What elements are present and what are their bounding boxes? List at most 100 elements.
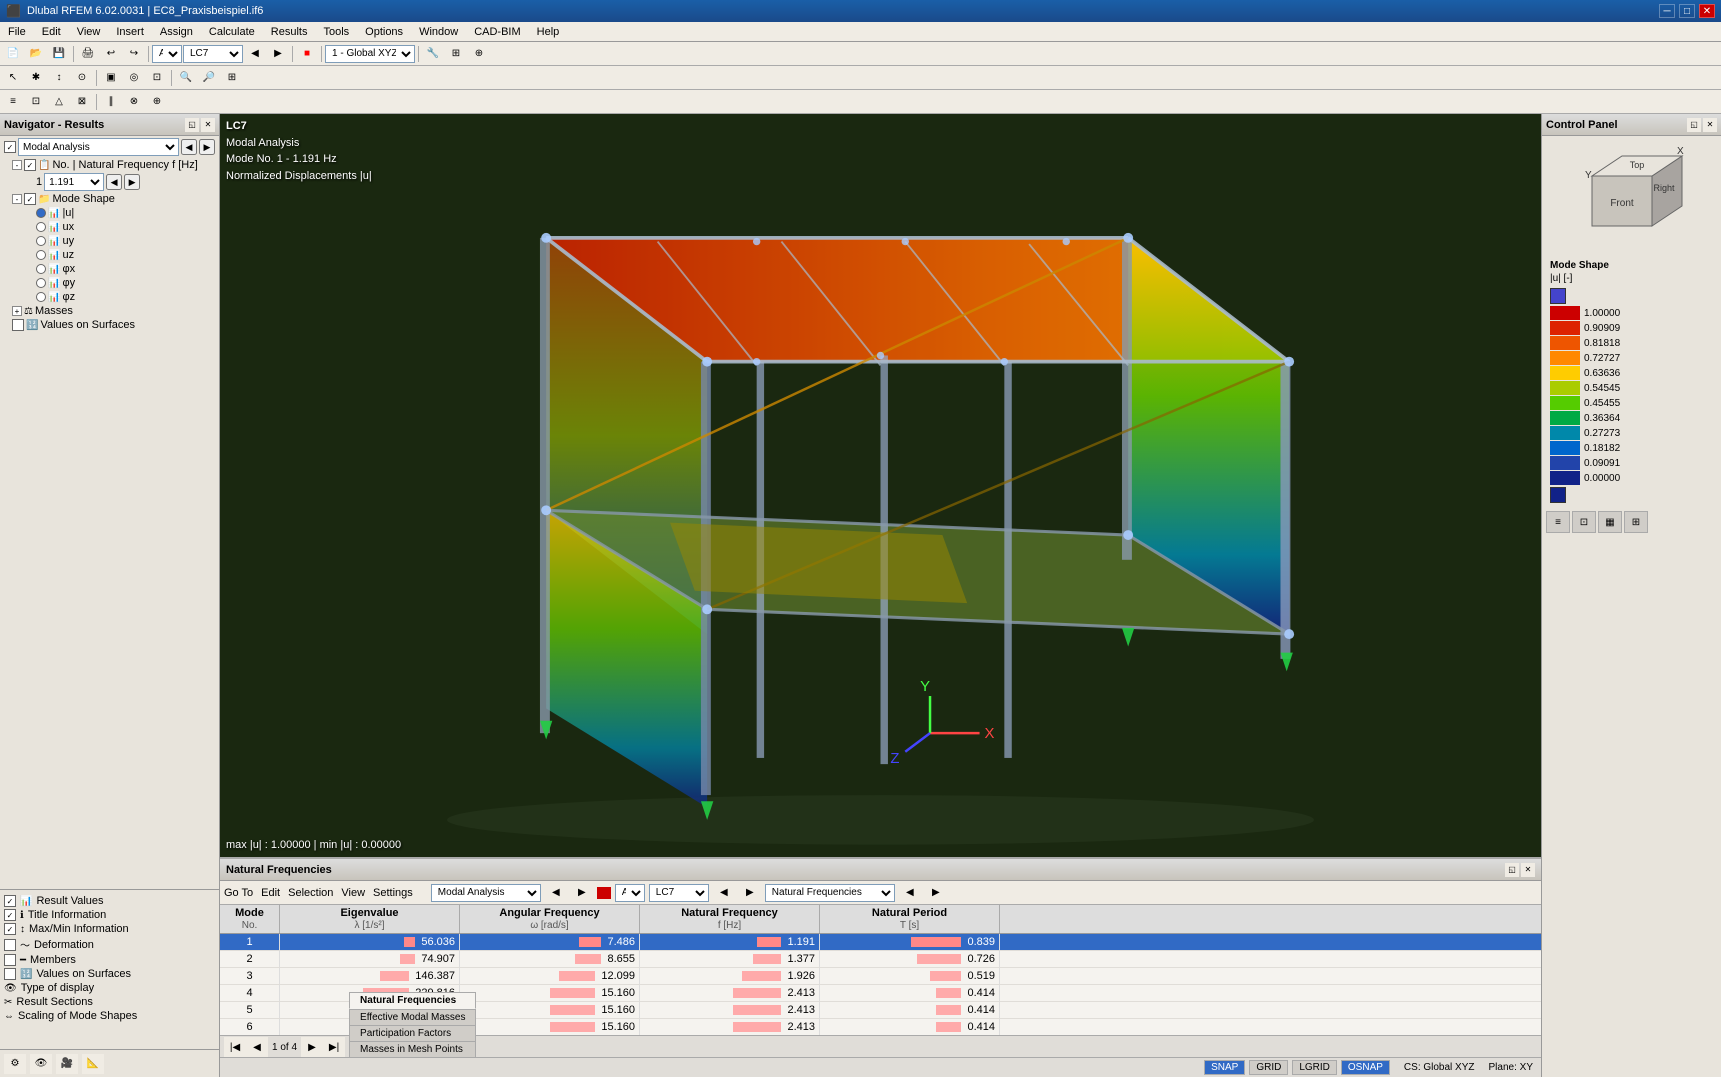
t3-7[interactable]: ⊕ bbox=[146, 92, 168, 112]
settings-btn[interactable]: Settings bbox=[373, 887, 413, 899]
bottom-float-btn[interactable]: ◱ bbox=[1505, 863, 1519, 877]
maximize-btn[interactable]: □ bbox=[1679, 4, 1695, 18]
scaling-item[interactable]: ⇔ Scaling of Mode Shapes bbox=[4, 1009, 215, 1023]
nav-float-btn[interactable]: ◱ bbox=[185, 118, 199, 132]
rp-controls[interactable]: ◱ ✕ bbox=[1687, 118, 1717, 132]
t2-9[interactable]: 🔎 bbox=[198, 68, 220, 88]
nav-foot-1[interactable]: ⚙ bbox=[4, 1054, 26, 1074]
nav-next-btn[interactable]: ▶ bbox=[199, 139, 215, 155]
type-display-item[interactable]: 👁 Type of display bbox=[4, 981, 215, 995]
menu-item-file[interactable]: File bbox=[0, 24, 34, 40]
bottom-nf-prev[interactable]: ◀ bbox=[899, 883, 921, 903]
modal-analysis-row[interactable]: Modal Analysis ◀ ▶ bbox=[0, 136, 219, 158]
next-btn[interactable]: ▶ bbox=[267, 44, 289, 64]
page-last[interactable]: ▶| bbox=[323, 1037, 345, 1057]
mm-checkbox[interactable] bbox=[4, 923, 16, 935]
phix-radio[interactable] bbox=[36, 264, 46, 274]
bottom-natfreq-combo[interactable]: Natural Frequencies bbox=[765, 884, 895, 902]
t3-4[interactable]: ⊠ bbox=[71, 92, 93, 112]
nav-foot-2[interactable]: 👁 bbox=[30, 1054, 52, 1074]
page-first[interactable]: |◀ bbox=[224, 1037, 246, 1057]
ux-row[interactable]: 📊 ux bbox=[0, 220, 219, 234]
bottom-lc-combo[interactable]: LC7 bbox=[649, 884, 709, 902]
nat-freq-checkbox[interactable] bbox=[24, 159, 36, 171]
lc-combo[interactable]: LC7 bbox=[183, 45, 243, 63]
freq-prev[interactable]: ◀ bbox=[106, 174, 122, 190]
t2-6[interactable]: ◎ bbox=[123, 68, 145, 88]
maxmin-info-item[interactable]: ↕ Max/Min Information bbox=[4, 922, 215, 936]
menu-item-tools[interactable]: Tools bbox=[315, 24, 357, 40]
deformation-item[interactable]: 〜 Deformation bbox=[4, 936, 215, 953]
nav-foot-3[interactable]: 🎥 bbox=[56, 1054, 78, 1074]
osnap-btn-status[interactable]: OSNAP bbox=[1341, 1060, 1390, 1075]
menu-item-cad-bim[interactable]: CAD-BIM bbox=[466, 24, 528, 40]
t3-5[interactable]: ∥ bbox=[100, 92, 122, 112]
def-checkbox[interactable] bbox=[4, 939, 16, 951]
edit-btn[interactable]: Edit bbox=[261, 887, 280, 899]
close-btn[interactable]: ✕ bbox=[1699, 4, 1715, 18]
rp-t1[interactable]: ≡ bbox=[1546, 511, 1570, 533]
ti-checkbox[interactable] bbox=[4, 909, 16, 921]
page-next[interactable]: ▶ bbox=[301, 1037, 323, 1057]
freq-row-1[interactable]: 1 1.191 ◀ ▶ bbox=[0, 172, 219, 192]
t3-2[interactable]: ⊡ bbox=[25, 92, 47, 112]
menu-item-insert[interactable]: Insert bbox=[108, 24, 152, 40]
selection-btn[interactable]: Selection bbox=[288, 887, 333, 899]
bottom-nf-next[interactable]: ▶ bbox=[925, 883, 947, 903]
page-prev[interactable]: ◀ bbox=[246, 1037, 268, 1057]
table-row[interactable]: 1 56.036 7.486 1.191 0.839 bbox=[220, 934, 1541, 951]
bottom-prev-btn[interactable]: ◀ bbox=[545, 883, 567, 903]
phiy-row[interactable]: 📊 φy bbox=[0, 276, 219, 290]
t2-5[interactable]: ▣ bbox=[100, 68, 122, 88]
expand-masses[interactable]: + bbox=[12, 306, 22, 316]
print-btn[interactable]: 🖨 bbox=[77, 44, 99, 64]
minimize-btn[interactable]: ─ bbox=[1659, 4, 1675, 18]
nav-close-btn[interactable]: ✕ bbox=[201, 118, 215, 132]
menu-item-results[interactable]: Results bbox=[263, 24, 316, 40]
u-abs-radio[interactable] bbox=[36, 208, 46, 218]
values-surfaces-checkbox[interactable] bbox=[12, 319, 24, 331]
result-values-item[interactable]: 📊 Result Values bbox=[4, 894, 215, 908]
uy-row[interactable]: 📊 uy bbox=[0, 234, 219, 248]
freq-combo[interactable]: 1.191 bbox=[44, 173, 104, 191]
undo-btn[interactable]: ↩ bbox=[100, 44, 122, 64]
bottom-lc-next[interactable]: ▶ bbox=[739, 883, 761, 903]
ae-combo[interactable]: AE bbox=[152, 45, 182, 63]
grid-btn[interactable]: ⊞ bbox=[445, 44, 467, 64]
lgrid-btn-status[interactable]: LGRID bbox=[1292, 1060, 1337, 1075]
t3-3[interactable]: △ bbox=[48, 92, 70, 112]
menu-item-help[interactable]: Help bbox=[529, 24, 568, 40]
rp-t2[interactable]: ⊡ bbox=[1572, 511, 1596, 533]
bottom-modal-combo[interactable]: Modal Analysis bbox=[431, 884, 541, 902]
bottom-next-btn[interactable]: ▶ bbox=[571, 883, 593, 903]
members-item[interactable]: ━ Members bbox=[4, 953, 215, 967]
phiz-row[interactable]: 📊 φz bbox=[0, 290, 219, 304]
bottom-lc-prev[interactable]: ◀ bbox=[713, 883, 735, 903]
viewport-3d[interactable]: LC7 Modal Analysis Mode No. 1 - 1.191 Hz… bbox=[220, 114, 1541, 857]
bottom-close-btn[interactable]: ✕ bbox=[1521, 863, 1535, 877]
phiz-radio[interactable] bbox=[36, 292, 46, 302]
rp-close-btn[interactable]: ✕ bbox=[1703, 118, 1717, 132]
freq-next[interactable]: ▶ bbox=[124, 174, 140, 190]
modal-analysis-select[interactable]: Modal Analysis bbox=[18, 138, 179, 156]
uy-radio[interactable] bbox=[36, 236, 46, 246]
ux-radio[interactable] bbox=[36, 222, 46, 232]
nav-prev-btn[interactable]: ◀ bbox=[181, 139, 197, 155]
menu-item-window[interactable]: Window bbox=[411, 24, 466, 40]
vs2-checkbox[interactable] bbox=[4, 968, 16, 980]
menu-item-assign[interactable]: Assign bbox=[152, 24, 201, 40]
table-row[interactable]: 2 74.907 8.655 1.377 0.726 bbox=[220, 951, 1541, 968]
phix-row[interactable]: 📊 φx bbox=[0, 262, 219, 276]
result-sections-item[interactable]: ✂ Result Sections bbox=[4, 995, 215, 1009]
t2-8[interactable]: 🔍 bbox=[175, 68, 197, 88]
redo-btn[interactable]: ↪ bbox=[123, 44, 145, 64]
nav-foot-4[interactable]: 📐 bbox=[82, 1054, 104, 1074]
rp-cube[interactable]: Front Right Top Y X bbox=[1572, 146, 1692, 246]
rv-checkbox[interactable] bbox=[4, 895, 16, 907]
t3-1[interactable]: ≡ bbox=[2, 92, 24, 112]
expand-mode-shape[interactable]: - bbox=[12, 194, 22, 204]
prev-btn[interactable]: ◀ bbox=[244, 44, 266, 64]
display-btn[interactable]: 🔧 bbox=[422, 44, 444, 64]
modal-analysis-checkbox[interactable] bbox=[4, 141, 16, 153]
t2-3[interactable]: ↕ bbox=[48, 68, 70, 88]
